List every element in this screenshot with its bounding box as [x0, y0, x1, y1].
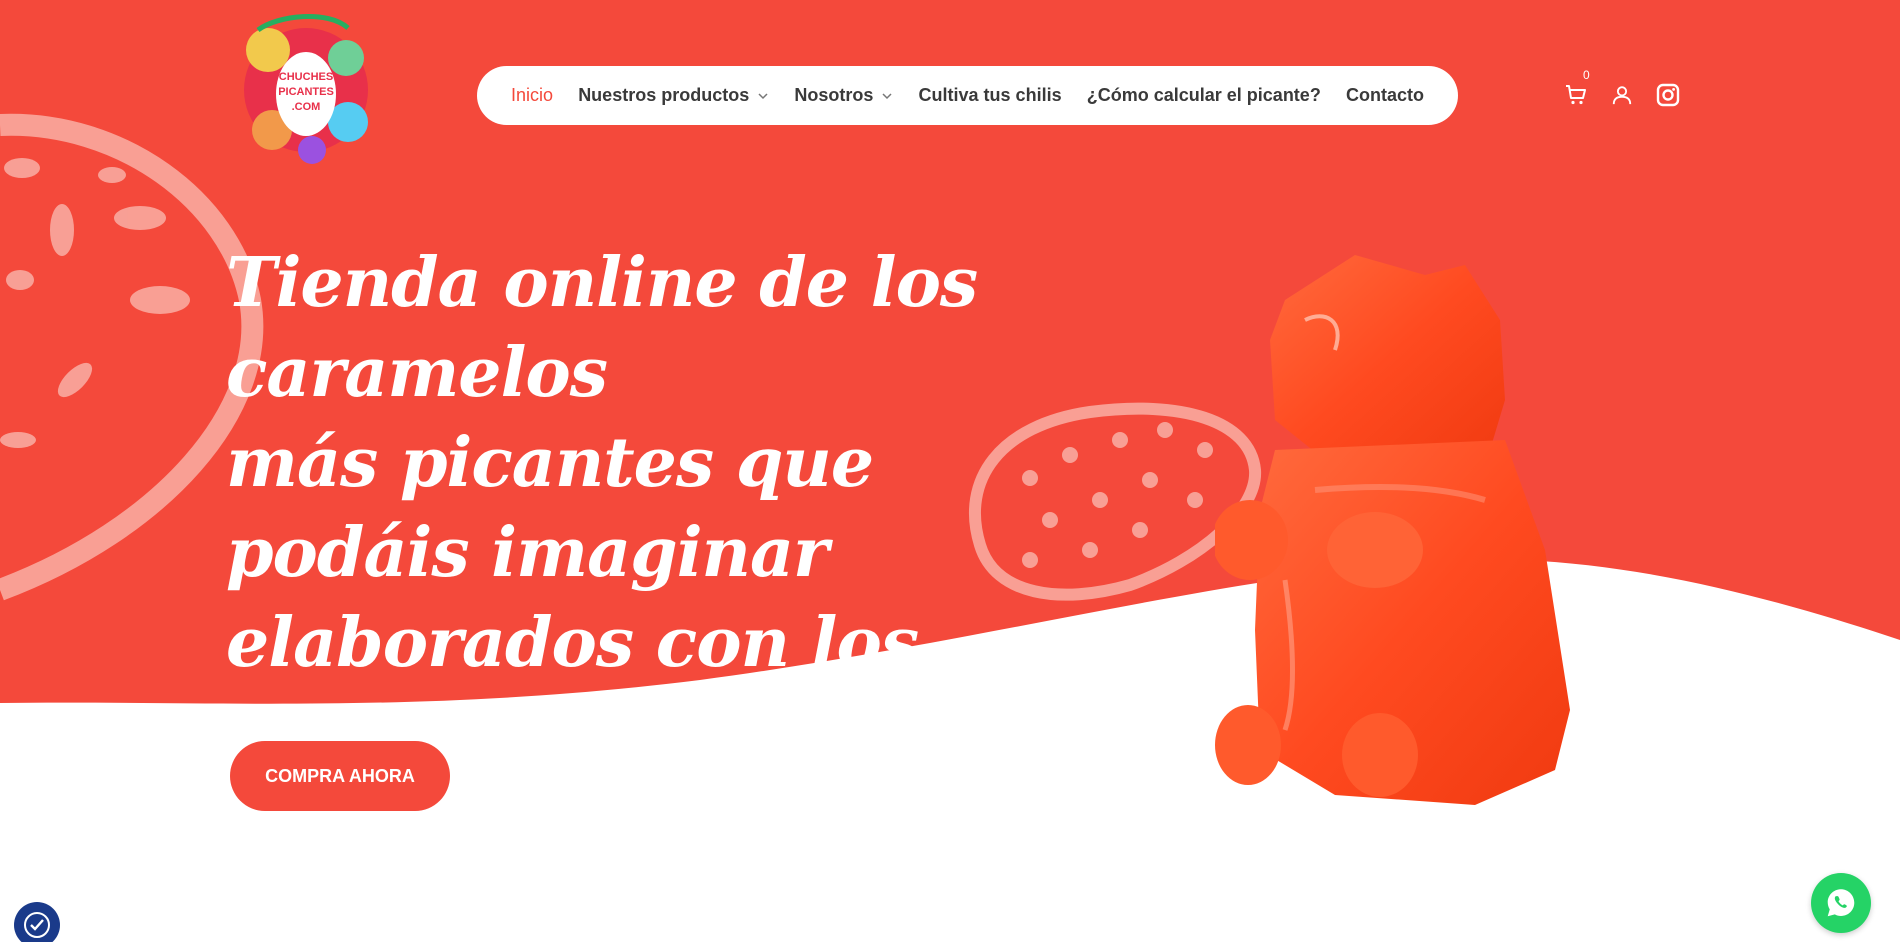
headline-line: más picantes que podáis imaginar — [226, 423, 874, 593]
accessibility-icon — [24, 912, 50, 938]
accessibility-button[interactable] — [14, 902, 60, 942]
nav-label: Nuestros productos — [578, 85, 750, 105]
logo-text-line2: PICANTES — [278, 86, 334, 98]
cart-button[interactable]: 0 — [1563, 68, 1590, 108]
site-logo[interactable]: CHUCHES PICANTES .COM — [228, 10, 384, 180]
instagram-button[interactable] — [1655, 82, 1681, 108]
nav-label: Contacto — [1345, 85, 1424, 105]
nav-label: Inicio — [511, 85, 554, 105]
nav-label: Cultiva tus chilis — [918, 85, 1062, 105]
cart-icon — [1566, 85, 1586, 105]
headline-line: Tienda online de los caramelos — [226, 243, 978, 413]
whatsapp-icon — [1827, 889, 1855, 917]
cart-count-badge: 0 — [1583, 68, 1590, 82]
main-nav: Inicio Nuestros productos Nosotros Culti… — [477, 66, 1458, 125]
nav-item-inicio[interactable]: Inicio — [511, 85, 553, 106]
chevron-down-icon — [758, 92, 768, 99]
chevron-down-icon — [882, 92, 892, 99]
nav-item-nuestros-productos[interactable]: Nuestros productos — [578, 85, 769, 106]
header-icons: 0 — [1563, 68, 1681, 108]
whatsapp-button[interactable] — [1811, 873, 1871, 933]
logo-text-line1: CHUCHES — [278, 71, 334, 83]
instagram-icon — [1656, 83, 1680, 107]
logo-text-line3: .COM — [291, 101, 321, 113]
nav-item-nosotros[interactable]: Nosotros — [794, 85, 893, 106]
nav-item-cultiva-tus-chilis[interactable]: Cultiva tus chilis — [919, 85, 1062, 106]
gummy-bear-image — [1215, 255, 1570, 805]
nav-item-contacto[interactable]: Contacto — [1346, 85, 1424, 106]
nav-label: ¿Cómo calcular el picante? — [1086, 85, 1321, 105]
user-icon — [1612, 86, 1632, 105]
nav-item-como-calcular-picante[interactable]: ¿Cómo calcular el picante? — [1087, 85, 1321, 106]
account-button[interactable] — [1609, 82, 1635, 108]
compra-ahora-button[interactable]: COMPRA AHORA — [230, 741, 450, 811]
nav-label: Nosotros — [794, 85, 874, 105]
